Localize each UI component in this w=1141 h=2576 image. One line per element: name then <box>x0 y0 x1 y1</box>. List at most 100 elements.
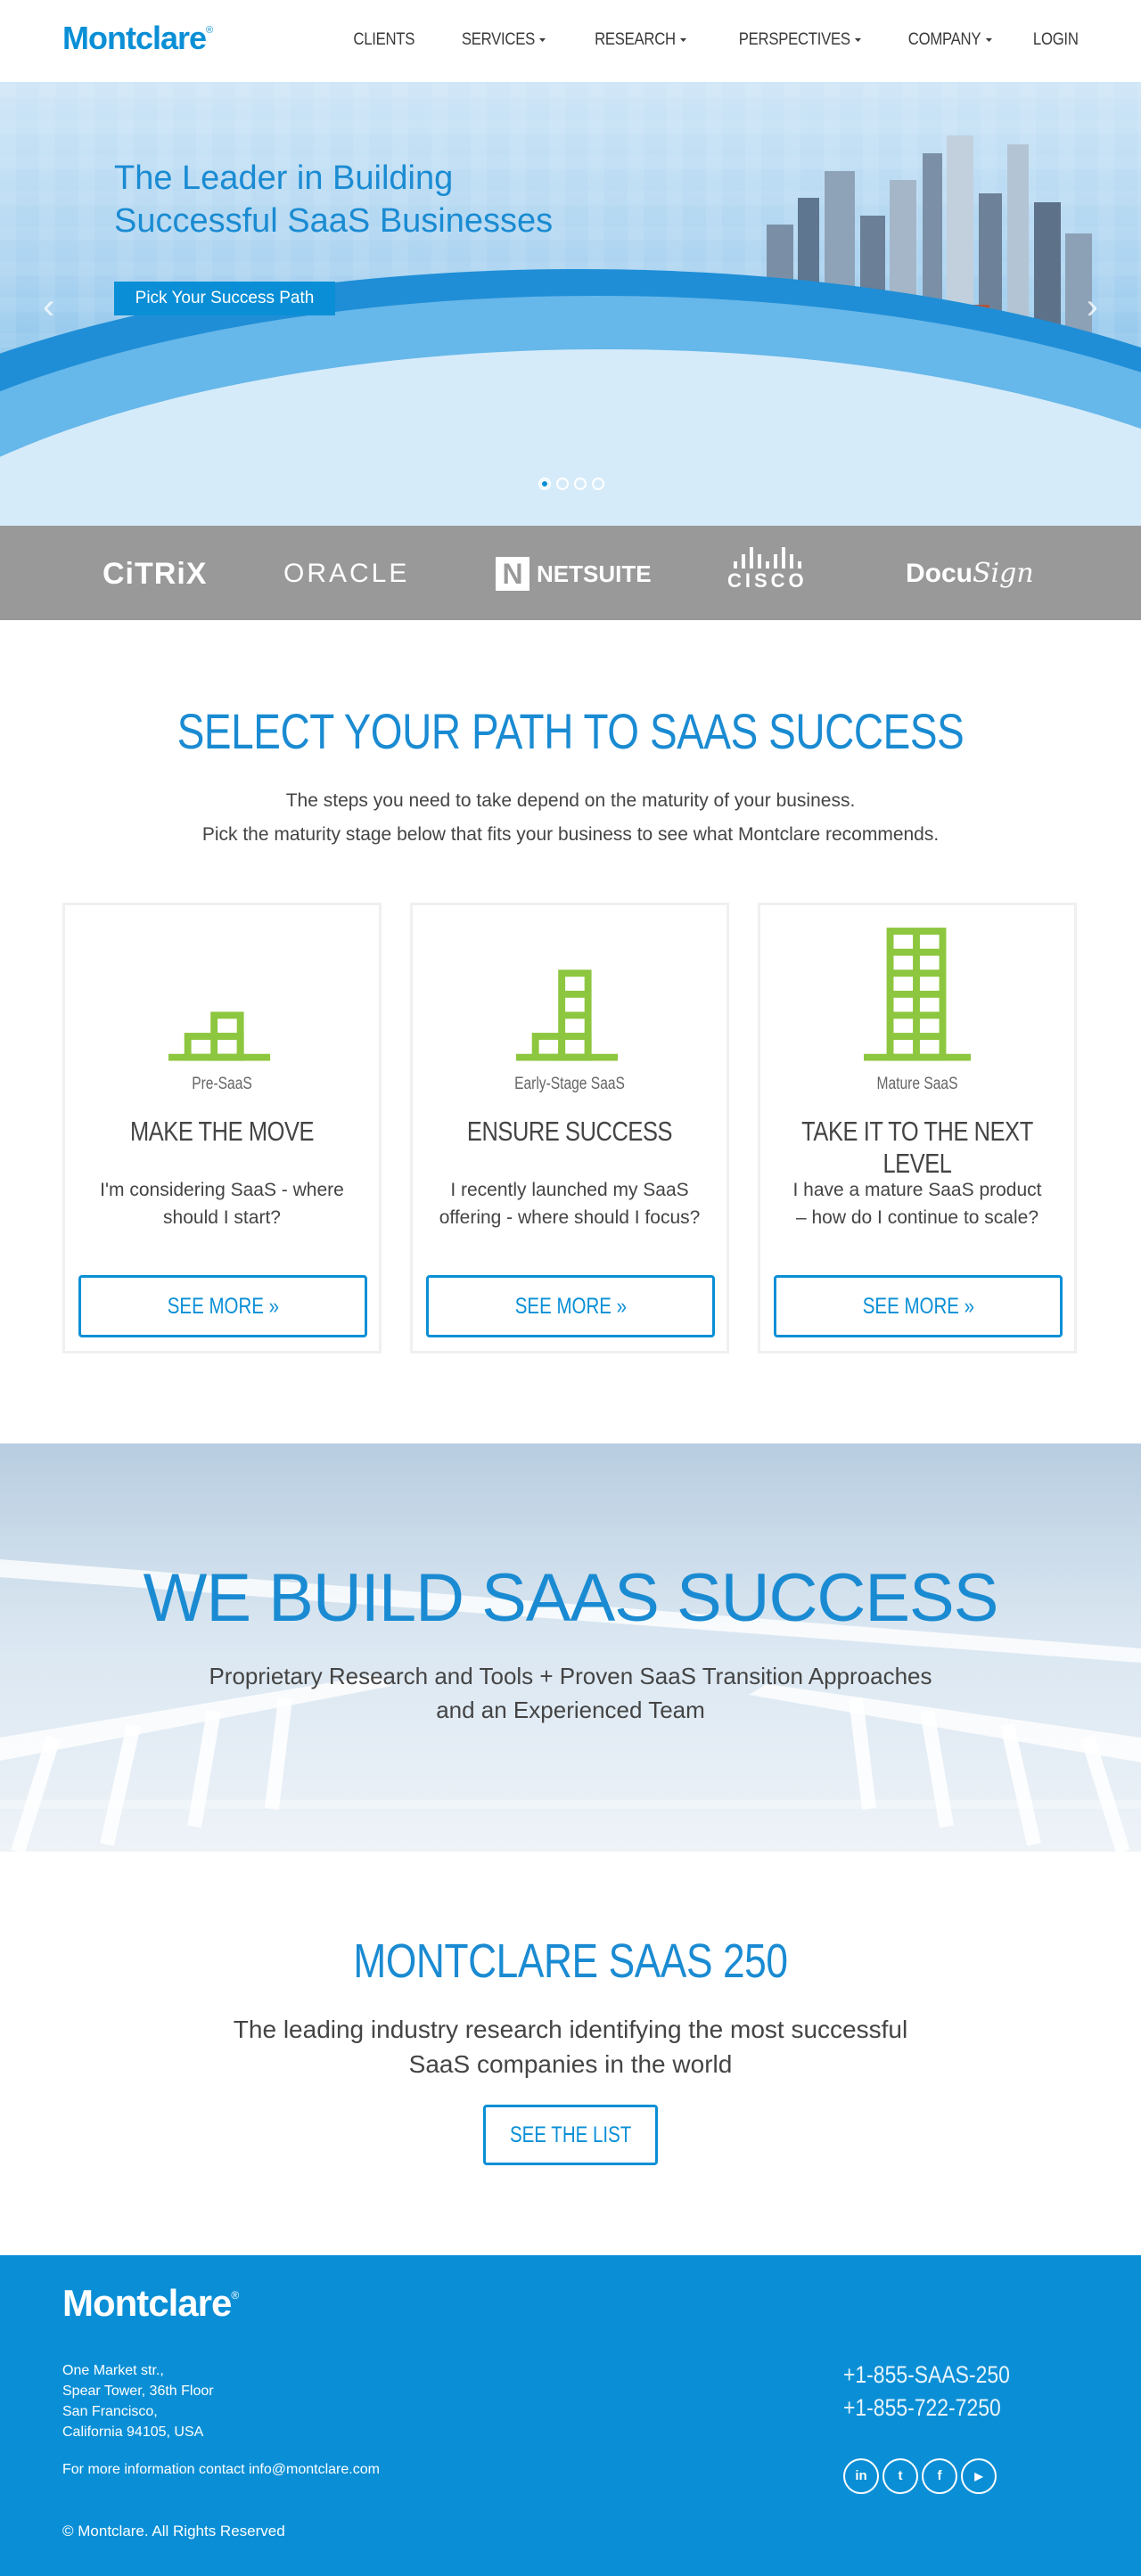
site-footer: Montclare® One Market str., Spear Tower,… <box>0 2255 1141 2576</box>
nav-perspectives-label: PERSPECTIVES <box>738 30 850 49</box>
double-chevron-right-icon: » <box>616 1294 627 1319</box>
nav-perspectives[interactable]: PERSPECTIVES <box>738 30 861 50</box>
caret-down-icon <box>539 38 546 42</box>
caret-down-icon <box>854 38 861 42</box>
facebook-icon[interactable]: f <box>922 2458 957 2494</box>
docusign-logo: DocuSign <box>906 552 1034 595</box>
see-more-label: SEE MORE <box>167 1294 264 1319</box>
nav-clients[interactable]: CLIENTS <box>353 30 415 50</box>
nav-clients-label: CLIENTS <box>353 30 415 49</box>
carousel-dot[interactable] <box>574 478 587 490</box>
double-chevron-right-icon: » <box>964 1294 974 1319</box>
cisco-bars-icon <box>727 545 808 568</box>
footer-phones: +1-855-SAAS-250 +1-855-722-7250 <box>843 2359 1010 2425</box>
hero-title-line1: The Leader in Building <box>114 159 454 197</box>
see-more-button[interactable]: SEE MORE » <box>78 1275 367 1337</box>
footer-address: One Market str., Spear Tower, 36th Floor… <box>62 2360 214 2442</box>
path-card-pre-saas: Pre-SaaS MAKE THE MOVE I'm considering S… <box>62 903 382 1353</box>
address-line: San Francisco, <box>62 2404 158 2419</box>
nav-services-label: SERVICES <box>462 30 536 49</box>
card-heading: TAKE IT TO THE NEXT LEVEL <box>801 1116 1033 1179</box>
card-heading: MAKE THE MOVE <box>129 1116 315 1147</box>
saas250-subtitle-line1: The leading industry research identifyin… <box>233 2016 908 2043</box>
card-description: I recently launched my SaaS offering - w… <box>439 1180 701 1228</box>
footer-contact-email[interactable]: For more information contact info@montcl… <box>62 2462 380 2478</box>
cisco-wordmark: CISCO <box>727 569 808 592</box>
hero-title-line2: Successful SaaS Businesses <box>114 202 554 240</box>
netsuite-mark: N <box>496 557 529 591</box>
see-more-button[interactable]: SEE MORE » <box>774 1275 1063 1337</box>
main-nav: CLIENTS SERVICES RESEARCH PERSPECTIVES C… <box>309 30 1079 50</box>
double-chevron-right-icon: » <box>268 1294 279 1319</box>
citrix-logo: CiTRiX <box>103 557 208 591</box>
saas250-title: MONTCLARE SAAS 250 <box>353 1934 788 1988</box>
chevron-right-icon[interactable]: › <box>1087 287 1098 327</box>
path-subtitle-line2: Pick the maturity stage below that fits … <box>201 824 940 845</box>
caret-down-icon <box>679 38 686 42</box>
card-description: I have a mature SaaS product – how do I … <box>792 1180 1042 1228</box>
carousel-dot[interactable] <box>592 478 604 490</box>
path-section-subtitle: The steps you need to take depend on the… <box>0 784 1141 852</box>
carousel-dot[interactable] <box>556 478 569 490</box>
nav-company[interactable]: COMPANY <box>908 30 992 50</box>
saas250-subtitle: The leading industry research identifyin… <box>0 2012 1141 2081</box>
nav-login[interactable]: LOGIN <box>1033 30 1079 50</box>
footer-logo[interactable]: Montclare® <box>62 2282 239 2325</box>
see-the-list-button[interactable]: SEE THE LIST <box>483 2105 658 2165</box>
card-heading: ENSURE SUCCESS <box>466 1116 673 1147</box>
see-more-button[interactable]: SEE MORE » <box>426 1275 715 1337</box>
twitter-icon[interactable]: t <box>882 2458 918 2494</box>
docusign-wordmark-b: Sign <box>973 558 1034 589</box>
medium-building-icon <box>516 969 619 1061</box>
footer-logo-text: Montclare <box>62 2282 232 2324</box>
build-success-banner: WE BUILD SAAS SUCCESS Proprietary Resear… <box>0 1443 1141 1852</box>
site-logo[interactable]: Montclare® <box>62 20 213 57</box>
path-subtitle-line1: The steps you need to take depend on the… <box>285 790 856 811</box>
see-more-label: SEE MORE <box>514 1294 612 1319</box>
address-line: One Market str., <box>62 2363 164 2378</box>
small-building-icon <box>168 1011 271 1061</box>
build-subtitle: Proprietary Research and Tools + Proven … <box>0 1659 1141 1727</box>
cisco-logo: CISCO <box>727 545 808 592</box>
linkedin-icon[interactable]: in <box>843 2458 879 2494</box>
address-line: Spear Tower, 36th Floor <box>62 2384 214 2399</box>
see-the-list-label: SEE THE LIST <box>509 2122 632 2147</box>
oracle-logo: ORACLE <box>283 559 410 588</box>
phone-number[interactable]: +1-855-SAAS-250 <box>843 2359 1010 2392</box>
caret-down-icon <box>985 38 992 42</box>
footer-copyright: © Montclare. All Rights Reserved <box>62 2523 285 2539</box>
netsuite-wordmark: NETSUITE <box>537 560 652 587</box>
tall-building-icon <box>864 928 971 1061</box>
build-subtitle-line2: and an Experienced Team <box>436 1697 705 1723</box>
carousel-dot[interactable] <box>538 478 551 490</box>
path-card-mature: Mature SaaS TAKE IT TO THE NEXT LEVEL I … <box>758 903 1077 1353</box>
corridor-background-image <box>0 1559 1141 1852</box>
pick-success-path-button[interactable]: Pick Your Success Path <box>114 282 335 315</box>
site-header: Montclare® CLIENTS SERVICES RESEARCH PER… <box>0 0 1141 82</box>
footer-logo-registered-mark: ® <box>231 2289 239 2302</box>
nav-company-label: COMPANY <box>907 30 981 49</box>
build-title: WE BUILD SAAS SUCCESS <box>143 1560 999 1636</box>
client-logo-strip: CiTRiX ORACLE N NETSUITE CISCO DocuSign <box>0 526 1141 620</box>
nav-research-label: RESEARCH <box>594 30 676 49</box>
social-links: in t f ▶ <box>843 2458 997 2494</box>
path-card-early-stage: Early-Stage SaaS ENSURE SUCCESS I recent… <box>410 903 729 1353</box>
card-stage-label: Mature SaaS <box>876 1075 958 1093</box>
carousel-indicators <box>538 478 604 490</box>
path-section-title: SELECT YOUR PATH TO SAAS SUCCESS <box>176 703 965 759</box>
chevron-left-icon[interactable]: ‹ <box>43 287 54 327</box>
phone-number[interactable]: +1-855-722-7250 <box>843 2392 1010 2425</box>
card-stage-label: Early-Stage SaaS <box>514 1075 625 1093</box>
hero-carousel: The Leader in Building Successful SaaS B… <box>0 82 1141 526</box>
nav-services[interactable]: SERVICES <box>462 30 546 50</box>
nav-research[interactable]: RESEARCH <box>595 30 686 50</box>
saas250-subtitle-line2: SaaS companies in the world <box>408 2050 733 2078</box>
build-subtitle-line1: Proprietary Research and Tools + Proven … <box>209 1663 932 1689</box>
logo-registered-mark: ® <box>206 25 213 36</box>
docusign-wordmark-a: Docu <box>906 559 973 588</box>
nav-login-label: LOGIN <box>1033 30 1079 49</box>
see-more-label: SEE MORE <box>862 1294 959 1319</box>
netsuite-logo: N NETSUITE <box>496 552 652 595</box>
youtube-icon[interactable]: ▶ <box>961 2458 997 2494</box>
hero-title: The Leader in Building Successful SaaS B… <box>114 157 667 242</box>
